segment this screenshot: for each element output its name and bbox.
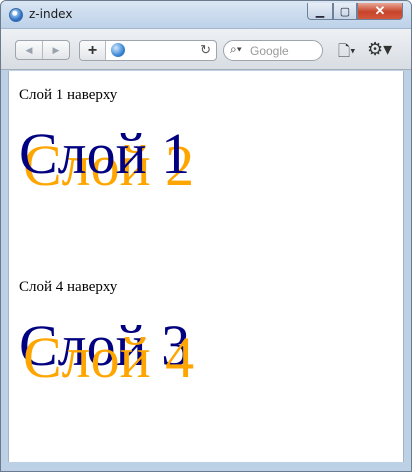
minimize-button[interactable]: ▁ <box>307 3 333 20</box>
globe-icon <box>111 43 125 57</box>
search-field[interactable]: ⌕▾ Google <box>223 40 323 61</box>
page-menu-icon[interactable]: 🗋▾ <box>338 41 356 66</box>
layer-4-text: Слой 4 <box>23 325 195 390</box>
close-button[interactable]: ✕ <box>357 3 403 20</box>
window-bottom-frame <box>1 462 411 471</box>
reload-icon[interactable]: ↻ <box>200 42 211 58</box>
back-button[interactable]: ◀ <box>16 41 42 59</box>
page-viewport: Слой 1 наверху Слой 2 Слой 1 Слой 4 наве… <box>8 71 404 462</box>
search-icon: ⌕▾ <box>230 42 242 56</box>
navigation-buttons: ◀ ▶ <box>15 40 70 60</box>
forward-arrow-icon: ▶ <box>52 44 60 55</box>
back-arrow-icon: ◀ <box>25 44 33 55</box>
settings-gear-icon[interactable]: ⚙▾ <box>367 39 392 60</box>
search-placeholder: Google <box>250 44 289 58</box>
maximize-button[interactable]: ▢ <box>333 3 357 20</box>
maximize-icon: ▢ <box>339 5 351 18</box>
browser-toolbar: ◀ ▶ + ↻ ⌕▾ Google 🗋▾ ⚙▾ <box>1 29 411 70</box>
address-bar[interactable]: + ↻ <box>79 40 217 61</box>
caption-layer-1-on-top: Слой 1 наверху <box>19 87 118 103</box>
plus-icon: + <box>87 41 98 59</box>
browser-window: z-index ▁ ▢ ✕ ◀ ▶ + ↻ ⌕▾ Google 🗋▾ ⚙▾ Сл… <box>0 0 412 472</box>
caption-layer-4-on-top: Слой 4 наверху <box>19 279 118 295</box>
title-bar: z-index ▁ ▢ ✕ <box>1 1 411 29</box>
forward-button[interactable]: ▶ <box>42 41 69 59</box>
layer-1-text: Слой 1 <box>19 121 191 186</box>
window-title: z-index <box>29 7 73 21</box>
minimize-icon: ▁ <box>315 5 325 18</box>
close-icon: ✕ <box>374 3 386 18</box>
add-bookmark-button[interactable]: + <box>80 41 106 60</box>
browser-app-icon <box>9 8 23 22</box>
